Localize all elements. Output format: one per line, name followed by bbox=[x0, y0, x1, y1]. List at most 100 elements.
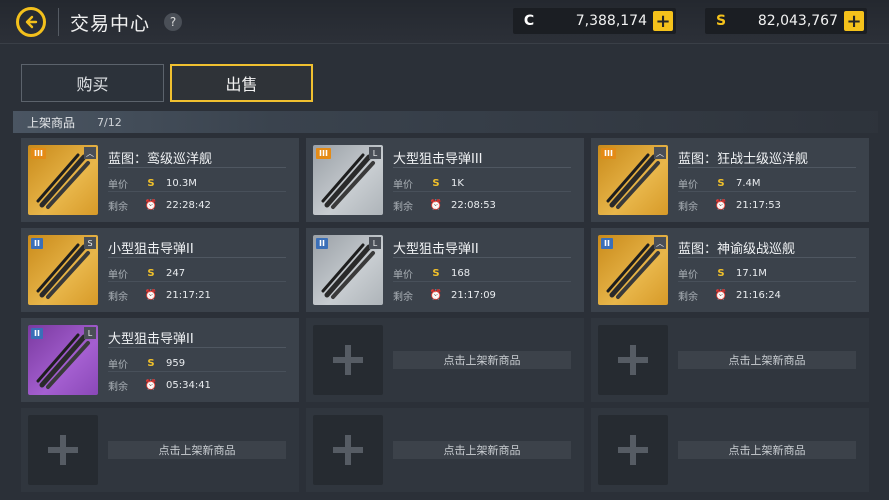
empty-listing-slot[interactable]: 点击上架新商品 bbox=[591, 408, 869, 492]
listing-card[interactable]: III L 大型狙击导弹III 单价 S 1K 剩余 ⏰ 22:08:53 bbox=[306, 138, 584, 222]
price-value: 17.1M bbox=[736, 268, 767, 279]
plus-icon bbox=[333, 345, 363, 375]
price-value: 168 bbox=[451, 268, 471, 279]
price-label: 单价 bbox=[108, 360, 128, 371]
price-label: 单价 bbox=[393, 180, 413, 191]
silver-coin-icon: S bbox=[147, 268, 155, 279]
time-row: 剩余 ⏰ 22:28:42 bbox=[108, 198, 211, 213]
plus-icon bbox=[333, 435, 363, 465]
divider bbox=[393, 257, 571, 258]
divider bbox=[678, 281, 856, 282]
time-remaining: 21:17:21 bbox=[166, 290, 211, 301]
listing-card[interactable]: II ︿ 蓝图：神谕级战巡舰 单价 S 17.1M 剩余 ⏰ 21:16:24 bbox=[591, 228, 869, 312]
remaining-label: 剩余 bbox=[108, 202, 128, 213]
tier-badge: II bbox=[31, 238, 43, 249]
item-name: 蓝图：狂战士级巡洋舰 bbox=[678, 152, 809, 167]
empty-listing-slot[interactable]: 点击上架新商品 bbox=[21, 408, 299, 492]
item-name: 大型狙击导弹II bbox=[108, 332, 194, 347]
tab-buy[interactable]: 购买 bbox=[21, 64, 164, 102]
tier-badge: II bbox=[601, 238, 613, 249]
remaining-label: 剩余 bbox=[678, 292, 698, 303]
item-thumbnail: II ︿ bbox=[598, 235, 668, 305]
remaining-label: 剩余 bbox=[108, 292, 128, 303]
add-credits-button[interactable]: + bbox=[653, 11, 673, 32]
plus-icon bbox=[48, 435, 78, 465]
price-value: 247 bbox=[166, 268, 186, 279]
divider bbox=[108, 191, 286, 192]
credits-display: C 7,388,174 + bbox=[513, 8, 676, 34]
price-label: 单价 bbox=[678, 270, 698, 281]
remaining-label: 剩余 bbox=[393, 292, 413, 303]
top-bar: 交易中心 ? C 7,388,174 + S 82,043,767 + bbox=[0, 0, 889, 44]
price-label: 单价 bbox=[108, 180, 128, 191]
price-value: 959 bbox=[166, 358, 186, 369]
tier-badge: II bbox=[31, 328, 43, 339]
divider bbox=[678, 167, 856, 168]
divider bbox=[678, 191, 856, 192]
listing-card[interactable]: II L 大型狙击导弹II 单价 S 168 剩余 ⏰ 21:17:09 bbox=[306, 228, 584, 312]
listing-card[interactable]: II S 小型狙击导弹II 单价 S 247 剩余 ⏰ 21:17:21 bbox=[21, 228, 299, 312]
divider bbox=[393, 167, 571, 168]
time-remaining: 21:17:53 bbox=[736, 200, 781, 211]
gold-value: 82,043,767 bbox=[757, 13, 838, 29]
help-icon[interactable]: ? bbox=[164, 13, 182, 31]
empty-listing-slot[interactable]: 点击上架新商品 bbox=[591, 318, 869, 402]
price-row: 单价 S 247 bbox=[108, 266, 185, 281]
add-item-slot bbox=[313, 415, 383, 485]
back-button[interactable] bbox=[16, 7, 46, 37]
item-name: 大型狙击导弹II bbox=[393, 242, 479, 257]
price-value: 7.4M bbox=[736, 178, 761, 189]
listing-count: 7/12 bbox=[97, 115, 122, 129]
alarm-clock-icon: ⏰ bbox=[714, 200, 728, 211]
price-label: 单价 bbox=[108, 270, 128, 281]
price-value: 10.3M bbox=[166, 178, 197, 189]
listing-card[interactable]: II L 大型狙击导弹II 单价 S 959 剩余 ⏰ 05:34:41 bbox=[21, 318, 299, 402]
divider bbox=[108, 257, 286, 258]
section-title: 上架商品 bbox=[27, 115, 76, 130]
empty-listing-slot[interactable]: 点击上架新商品 bbox=[306, 408, 584, 492]
time-remaining: 22:08:53 bbox=[451, 200, 496, 211]
list-new-item-label: 点击上架新商品 bbox=[678, 351, 856, 369]
section-header: 上架商品 7/12 bbox=[13, 111, 878, 133]
empty-listing-slot[interactable]: 点击上架新商品 bbox=[306, 318, 584, 402]
credits-icon: C bbox=[523, 13, 535, 29]
price-row: 单价 S 17.1M bbox=[678, 266, 767, 281]
tier-badge: III bbox=[31, 148, 46, 159]
title-divider bbox=[58, 8, 59, 36]
alarm-clock-icon: ⏰ bbox=[144, 380, 158, 391]
listing-card[interactable]: III ︿ 蓝图：鸾级巡洋舰 单价 S 10.3M 剩余 ⏰ 22:28:42 bbox=[21, 138, 299, 222]
size-badge: ︿ bbox=[84, 147, 96, 159]
add-gold-button[interactable]: + bbox=[844, 11, 864, 32]
time-row: 剩余 ⏰ 05:34:41 bbox=[108, 378, 211, 393]
price-label: 单价 bbox=[678, 180, 698, 191]
remaining-label: 剩余 bbox=[678, 202, 698, 213]
item-thumbnail: II L bbox=[313, 235, 383, 305]
alarm-clock-icon: ⏰ bbox=[714, 290, 728, 301]
gold-display: S 82,043,767 + bbox=[705, 8, 867, 34]
item-thumbnail: III ︿ bbox=[28, 145, 98, 215]
gold-icon: S bbox=[715, 13, 727, 29]
alarm-clock-icon: ⏰ bbox=[429, 200, 443, 211]
item-thumbnail: II S bbox=[28, 235, 98, 305]
listing-card[interactable]: III ︿ 蓝图：狂战士级巡洋舰 单价 S 7.4M 剩余 ⏰ 21:17:53 bbox=[591, 138, 869, 222]
time-remaining: 22:28:42 bbox=[166, 200, 211, 211]
add-item-slot bbox=[28, 415, 98, 485]
plus-icon bbox=[618, 435, 648, 465]
divider bbox=[393, 281, 571, 282]
divider bbox=[108, 347, 286, 348]
item-thumbnail: III L bbox=[313, 145, 383, 215]
silver-coin-icon: S bbox=[147, 178, 155, 189]
silver-coin-icon: S bbox=[432, 178, 440, 189]
price-label: 单价 bbox=[393, 270, 413, 281]
add-item-slot bbox=[313, 325, 383, 395]
tab-sell[interactable]: 出售 bbox=[170, 64, 313, 102]
item-name: 大型狙击导弹III bbox=[393, 152, 483, 167]
tier-badge: III bbox=[601, 148, 616, 159]
price-row: 单价 S 1K bbox=[393, 176, 464, 191]
divider bbox=[678, 257, 856, 258]
time-row: 剩余 ⏰ 22:08:53 bbox=[393, 198, 496, 213]
divider bbox=[108, 371, 286, 372]
item-name: 蓝图：神谕级战巡舰 bbox=[678, 242, 796, 257]
add-item-slot bbox=[598, 325, 668, 395]
size-badge: ︿ bbox=[654, 237, 666, 249]
